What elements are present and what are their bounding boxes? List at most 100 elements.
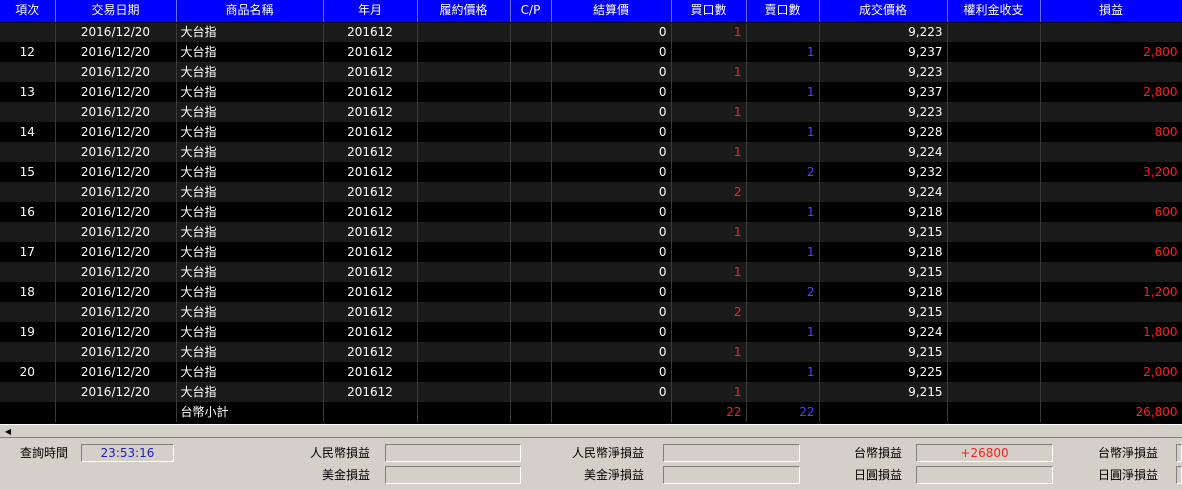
cell-trade-price: 9,215 [819,382,948,402]
subtotal-sell: 22 [746,402,820,422]
col-header-buy[interactable]: 買口數 [671,0,747,23]
table-row[interactable]: 2016/12/20 大台指 201612 0 1 9,215 [0,222,1182,242]
cell-product-name: 大台指 [176,82,324,102]
twd-pnl-label: 台幣損益 [853,446,902,460]
cell-premium [947,182,1041,202]
cell-settle-price: 0 [551,302,672,322]
cell-item-no [0,222,56,242]
cell-trade-date: 2016/12/20 [55,162,177,182]
cell-year-month: 201612 [323,82,418,102]
col-header-sell[interactable]: 賣口數 [746,0,820,23]
cell-pnl: 2,800 [1040,42,1182,62]
cell-call-put [510,262,552,282]
cell-strike-price [417,202,511,222]
table-row[interactable]: 13 2016/12/20 大台指 201612 0 1 9,237 2,800 [0,82,1182,102]
cell-settle-price: 0 [551,262,672,282]
table-row[interactable]: 2016/12/20 大台指 201612 0 1 9,224 [0,142,1182,162]
cell-strike-price [417,122,511,142]
cell-pnl [1040,182,1182,202]
cell-strike-price [417,82,511,102]
usd-net-field [663,466,800,484]
cell-pnl: 600 [1040,202,1182,222]
cell-call-put [510,122,552,142]
cell-settle-price: 0 [551,62,672,82]
cell-trade-date: 2016/12/20 [55,182,177,202]
col-header-strike[interactable]: 履約價格 [417,0,511,23]
cell-product-name: 大台指 [176,362,324,382]
table-row[interactable]: 14 2016/12/20 大台指 201612 0 1 9,228 800 [0,122,1182,142]
col-header-yearmonth[interactable]: 年月 [323,0,418,23]
cell-year-month: 201612 [323,262,418,282]
col-header-no[interactable]: 項次 [0,0,56,23]
col-header-premium[interactable]: 權利金收支 [947,0,1041,23]
table-row[interactable]: 2016/12/20 大台指 201612 0 1 9,215 [0,382,1182,402]
col-header-cp[interactable]: C/P [510,0,552,23]
cell-buy-qty [671,42,747,62]
empty-cell [947,402,1041,422]
cell-item-no: 18 [0,282,56,302]
table-row[interactable]: 17 2016/12/20 大台指 201612 0 1 9,218 600 [0,242,1182,262]
cell-strike-price [417,102,511,122]
cell-pnl: 2,800 [1040,82,1182,102]
col-header-product[interactable]: 商品名稱 [176,0,324,23]
cell-product-name: 大台指 [176,342,324,362]
table-row[interactable]: 2016/12/20 大台指 201612 0 2 9,215 [0,302,1182,322]
table-row[interactable]: 2016/12/20 大台指 201612 0 1 9,223 [0,102,1182,122]
cell-pnl [1040,142,1182,162]
cell-product-name: 大台指 [176,122,324,142]
table-row[interactable]: 2016/12/20 大台指 201612 0 1 9,223 [0,62,1182,82]
cell-premium [947,202,1041,222]
table-row[interactable]: 19 2016/12/20 大台指 201612 0 1 9,224 1,800 [0,322,1182,342]
cell-pnl: 1,800 [1040,322,1182,342]
cell-buy-qty [671,282,747,302]
cell-call-put [510,322,552,342]
empty-cell [0,402,56,422]
cell-year-month: 201612 [323,222,418,242]
cell-premium [947,142,1041,162]
cell-product-name: 大台指 [176,322,324,342]
col-header-price[interactable]: 成交價格 [819,0,948,23]
cell-trade-price: 9,228 [819,122,948,142]
cell-item-no [0,382,56,402]
cell-call-put [510,342,552,362]
cell-item-no [0,22,56,42]
col-header-date[interactable]: 交易日期 [55,0,177,23]
table-row[interactable]: 12 2016/12/20 大台指 201612 0 1 9,237 2,800 [0,42,1182,62]
cell-premium [947,42,1041,62]
col-header-pnl[interactable]: 損益 [1040,0,1182,23]
cell-sell-qty [746,182,820,202]
cell-pnl [1040,342,1182,362]
trade-grid[interactable]: 項次 交易日期 商品名稱 年月 履約價格 C/P 結算價 買口數 賣口數 成交價… [0,0,1182,424]
table-row[interactable]: 2016/12/20 大台指 201612 0 1 9,215 [0,342,1182,362]
cell-settle-price: 0 [551,322,672,342]
cell-premium [947,262,1041,282]
cell-trade-date: 2016/12/20 [55,302,177,322]
table-row[interactable]: 15 2016/12/20 大台指 201612 0 2 9,232 3,200 [0,162,1182,182]
usd-net-label: 美金淨損益 [583,468,644,482]
cell-product-name: 大台指 [176,22,324,42]
cell-year-month: 201612 [323,242,418,262]
table-row[interactable]: 2016/12/20 大台指 201612 0 1 9,215 [0,262,1182,282]
cell-call-put [510,42,552,62]
cell-settle-price: 0 [551,202,672,222]
table-row[interactable]: 2016/12/20 大台指 201612 0 2 9,224 [0,182,1182,202]
table-row[interactable]: 20 2016/12/20 大台指 201612 0 1 9,225 2,000 [0,362,1182,382]
rmb-pnl-field [385,444,521,462]
cell-premium [947,222,1041,242]
cell-item-no [0,262,56,282]
cell-sell-qty: 1 [746,202,820,222]
col-header-settle[interactable]: 結算價 [551,0,672,23]
cell-call-put [510,82,552,102]
table-row[interactable]: 2016/12/20 大台指 201612 0 1 9,223 [0,22,1182,42]
cell-settle-price: 0 [551,242,672,262]
cell-buy-qty [671,82,747,102]
cell-pnl [1040,22,1182,42]
rmb-net-field [663,444,800,462]
empty-cell [55,402,177,422]
horizontal-scrollbar[interactable]: ◀ [0,424,1182,438]
table-row[interactable]: 18 2016/12/20 大台指 201612 0 2 9,218 1,200 [0,282,1182,302]
cell-trade-date: 2016/12/20 [55,202,177,222]
left-arrow-icon[interactable]: ◀ [2,426,14,437]
twd-pnl-field: +26800 [916,444,1053,462]
table-row[interactable]: 16 2016/12/20 大台指 201612 0 1 9,218 600 [0,202,1182,222]
